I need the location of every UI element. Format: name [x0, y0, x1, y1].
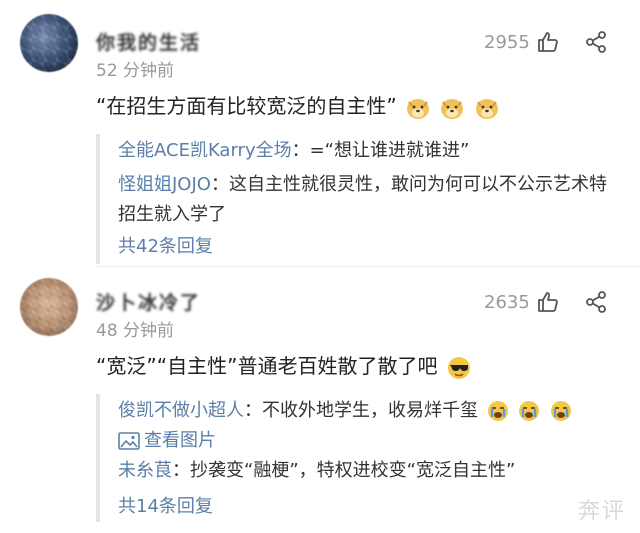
- crying-emoji-icon: [551, 401, 572, 421]
- comment-divider: [96, 266, 640, 267]
- view-image-link[interactable]: 查看图片: [118, 426, 618, 456]
- reply-author[interactable]: 俊凯不做小超人: [118, 400, 244, 421]
- comment-text-content: “在招生方面有比较宽泛的自主性”: [96, 94, 397, 118]
- reply-item[interactable]: 怪姐姐JOJO：这自主性就很灵性，敢问为何可以不公示艺术特招生就入学了: [118, 170, 618, 230]
- username[interactable]: 沙卜冰冷了: [96, 288, 201, 315]
- reply-divider-bar: [96, 394, 100, 522]
- reply-text: 不收外地学生，收易烊千玺: [262, 400, 478, 421]
- avatar[interactable]: [20, 278, 78, 336]
- image-icon: [118, 432, 140, 450]
- comment-time: 48 分钟前: [96, 321, 175, 341]
- comment-text-content: “宽泛”“自主性”普通老百姓散了散了吧: [96, 354, 438, 378]
- watermark: 奔评: [577, 499, 626, 524]
- reply-author[interactable]: 未糸茛: [118, 460, 172, 481]
- doge-emoji-icon: [407, 98, 430, 119]
- reply-separator: ：: [210, 174, 229, 195]
- thumbs-up-icon[interactable]: [536, 290, 560, 314]
- crying-emoji-icon: [519, 401, 540, 421]
- sunglasses-emoji-icon: [447, 356, 470, 379]
- doge-emoji-icon: [475, 98, 498, 119]
- view-more-replies-link[interactable]: 共14条回复: [118, 492, 213, 518]
- comment-time: 52 分钟前: [96, 61, 175, 81]
- reply-separator: ：: [291, 140, 310, 161]
- like-count: 2635: [484, 292, 530, 313]
- comment-text: “宽泛”“自主性”普通老百姓散了散了吧: [96, 350, 472, 381]
- comment-text: “在招生方面有比较宽泛的自主性”: [96, 90, 500, 120]
- reply-separator: ：: [244, 400, 262, 421]
- reply-item[interactable]: 未糸茛：抄袭变“融梗”，特权进校变“宽泛自主性”: [118, 456, 618, 486]
- reply-text: =“想让谁进就谁进”: [309, 140, 470, 161]
- share-icon[interactable]: [584, 30, 608, 54]
- view-image-label[interactable]: 查看图片: [144, 430, 216, 451]
- username[interactable]: 你我的生活: [96, 28, 201, 55]
- reply-separator: ：: [172, 460, 190, 481]
- thumbs-up-icon[interactable]: [536, 30, 560, 54]
- view-more-replies-link[interactable]: 共42条回复: [118, 232, 213, 258]
- reply-author[interactable]: 全能ACE凯Karry全场: [118, 140, 292, 161]
- reply-author[interactable]: 怪姐姐JOJO: [118, 174, 211, 195]
- reply-list: 俊凯不做小超人：不收外地学生，收易烊千玺 查看图片 未糸茛：抄袭变“融梗”，特权…: [96, 394, 614, 522]
- like-count: 2955: [484, 32, 530, 53]
- reply-list: 全能ACE凯Karry全场：=“想让谁进就谁进” 怪姐姐JOJO：这自主性就很灵…: [96, 134, 614, 264]
- share-icon[interactable]: [584, 290, 608, 314]
- reply-divider-bar: [96, 134, 100, 264]
- reply-item[interactable]: 全能ACE凯Karry全场：=“想让谁进就谁进”: [118, 136, 618, 166]
- crying-emoji-icon: [487, 401, 508, 421]
- doge-emoji-icon: [441, 98, 464, 119]
- avatar[interactable]: [20, 14, 78, 72]
- reply-text: 抄袭变“融梗”，特权进校变“宽泛自主性”: [190, 460, 516, 481]
- reply-item[interactable]: 俊凯不做小超人：不收外地学生，收易烊千玺: [118, 396, 618, 426]
